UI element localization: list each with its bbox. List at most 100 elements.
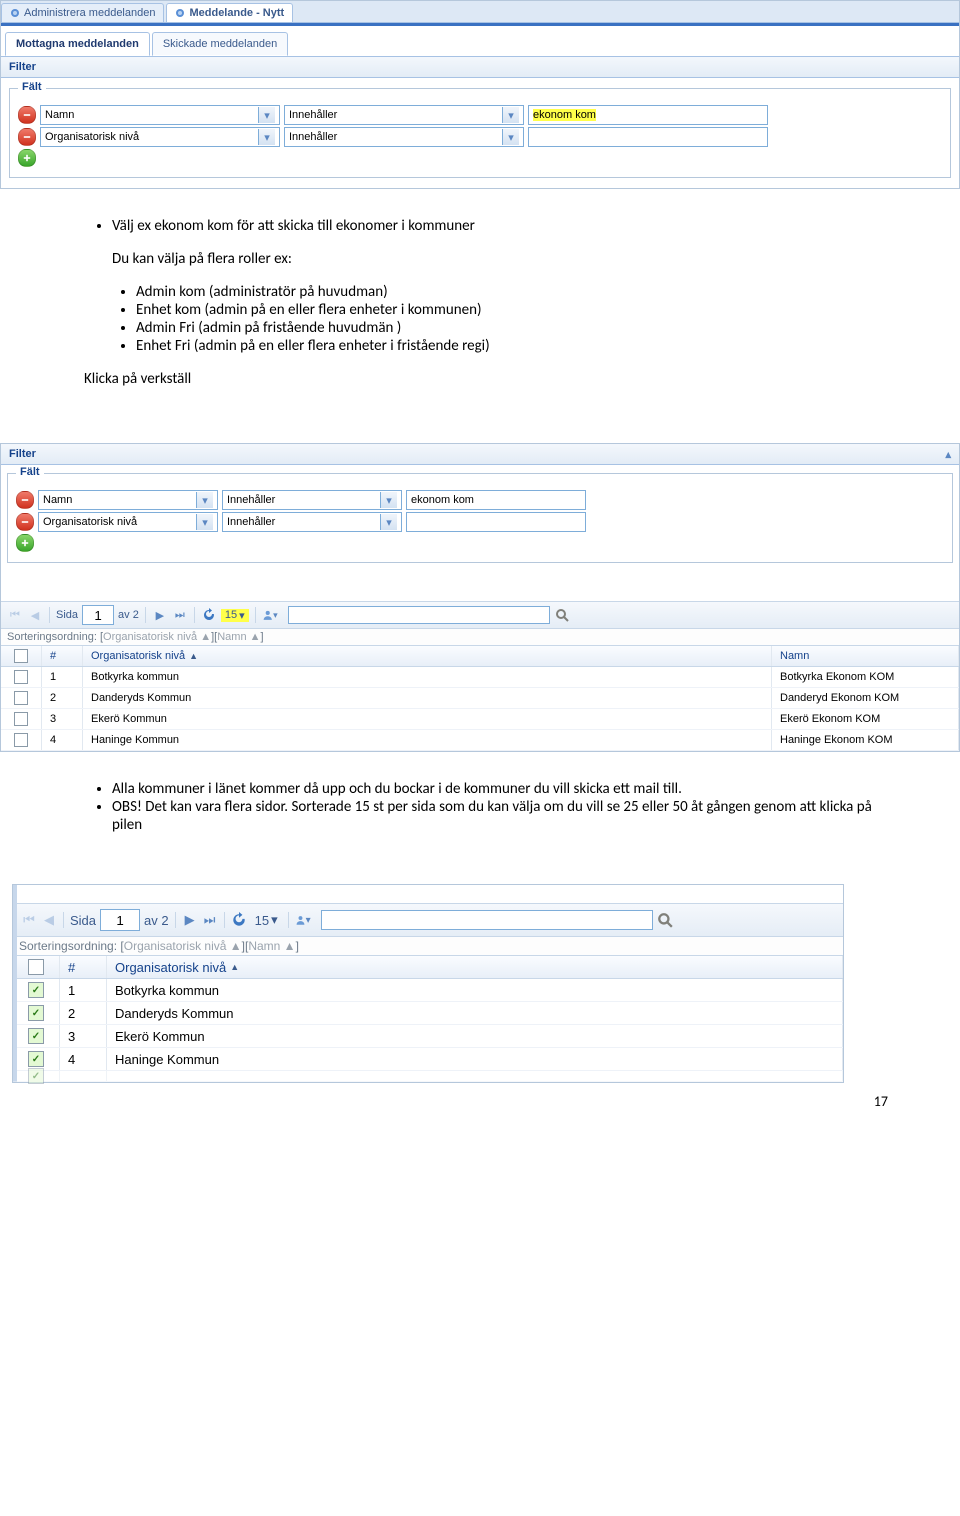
operator-select[interactable]: Innehåller▾ bbox=[222, 512, 402, 532]
column-header-index[interactable]: # bbox=[42, 646, 83, 666]
row-index: 3 bbox=[42, 709, 83, 729]
table-row[interactable]: 2 Danderyds Kommun Danderyd Ekonom KOM bbox=[1, 688, 959, 709]
column-header-namn[interactable]: Namn bbox=[772, 646, 959, 666]
refresh-button[interactable] bbox=[231, 912, 247, 928]
table-row[interactable]: ✓ 1 Botkyrka kommun bbox=[13, 979, 843, 1002]
add-row-button[interactable] bbox=[18, 149, 36, 167]
row-checkbox[interactable]: ✓ bbox=[28, 1051, 44, 1067]
field-select[interactable]: Organisatorisk nivå▾ bbox=[38, 512, 218, 532]
prev-page-button[interactable]: ◀ bbox=[41, 912, 57, 928]
table-row[interactable]: ✓ 3 Ekerö Kommun bbox=[13, 1025, 843, 1048]
operator-select[interactable]: Innehåller ▾ bbox=[284, 127, 524, 147]
operator-select[interactable]: Innehåller▾ bbox=[222, 490, 402, 510]
remove-row-button[interactable] bbox=[18, 128, 36, 146]
row-checkbox[interactable] bbox=[14, 670, 28, 684]
field-select[interactable]: Organisatorisk nivå ▾ bbox=[40, 127, 280, 147]
filter-row: Organisatorisk nivå▾ Innehåller▾ bbox=[16, 512, 944, 532]
search-button[interactable] bbox=[657, 912, 673, 928]
row-index: 2 bbox=[60, 1002, 107, 1024]
checkbox[interactable] bbox=[14, 649, 28, 663]
first-page-button[interactable]: ⏮ bbox=[7, 607, 23, 623]
pagesize-select[interactable]: 15 ▾ bbox=[221, 609, 249, 622]
sort-chip[interactable]: Organisatorisk nivå ▲ bbox=[103, 631, 211, 643]
filter-panel-title: Filter bbox=[9, 448, 36, 460]
last-page-button[interactable]: ⏭ bbox=[202, 912, 218, 928]
row-org: Danderyds Kommun bbox=[83, 688, 772, 708]
search-button[interactable] bbox=[554, 607, 570, 623]
page-number-input[interactable] bbox=[100, 909, 140, 931]
checkbox[interactable] bbox=[28, 959, 44, 975]
last-page-button[interactable]: ⏭ bbox=[172, 607, 188, 623]
filter-panel-header[interactable]: Filter bbox=[1, 57, 959, 78]
sort-chip[interactable]: Organisatorisk nivå ▲ bbox=[124, 939, 242, 953]
bullet-icon bbox=[10, 8, 20, 18]
search-input[interactable] bbox=[288, 606, 550, 624]
column-header-checkbox[interactable] bbox=[1, 646, 42, 666]
list-item: Admin Fri (admin på fristående huvudmän … bbox=[136, 319, 876, 337]
row-checkbox[interactable]: ✓ bbox=[28, 1068, 44, 1084]
pagesize-select[interactable]: 15 ▾ bbox=[251, 912, 282, 928]
column-header-organisation[interactable]: Organisatorisk nivå▲ bbox=[83, 646, 772, 666]
sort-chip[interactable]: Namn ▲ bbox=[217, 631, 260, 643]
refresh-button[interactable] bbox=[201, 607, 217, 623]
search-input[interactable] bbox=[321, 910, 653, 930]
remove-row-button[interactable] bbox=[18, 106, 36, 124]
subtab-skickade[interactable]: Skickade meddelanden bbox=[152, 32, 288, 56]
user-menu-button[interactable]: ▾ bbox=[295, 912, 311, 928]
remove-row-button[interactable] bbox=[16, 491, 34, 509]
user-menu-button[interactable]: ▾ bbox=[262, 607, 278, 623]
grid-header: # Organisatorisk nivå▲ bbox=[13, 956, 843, 979]
filter-row: Organisatorisk nivå ▾ Innehåller ▾ bbox=[18, 127, 942, 147]
row-checkbox[interactable] bbox=[14, 691, 28, 705]
separator bbox=[63, 912, 64, 928]
page-number-input[interactable] bbox=[82, 605, 114, 625]
next-page-button[interactable]: ▶ bbox=[152, 607, 168, 623]
table-row[interactable]: 3 Ekerö Kommun Ekerö Ekonom KOM bbox=[1, 709, 959, 730]
row-checkbox[interactable] bbox=[14, 712, 28, 726]
table-row[interactable]: ✓ 4 Haninge Kommun bbox=[13, 1048, 843, 1071]
table-row[interactable]: 4 Haninge Kommun Haninge Ekonom KOM bbox=[1, 730, 959, 751]
row-org: Ekerö Kommun bbox=[83, 709, 772, 729]
row-checkbox[interactable] bbox=[14, 733, 28, 747]
row-index: 1 bbox=[42, 667, 83, 687]
subtab-mottagna[interactable]: Mottagna meddelanden bbox=[5, 32, 150, 56]
filter-panel-header[interactable]: Filter ▴ bbox=[1, 444, 959, 465]
table-row[interactable]: 1 Botkyrka kommun Botkyrka Ekonom KOM bbox=[1, 667, 959, 688]
value-input[interactable] bbox=[406, 512, 586, 532]
table-row[interactable]: ✓ 2 Danderyds Kommun bbox=[13, 1002, 843, 1025]
value-input[interactable] bbox=[528, 127, 768, 147]
column-header-index[interactable]: # bbox=[60, 956, 107, 978]
paragraph: Klicka på verkställ bbox=[84, 370, 876, 388]
tab-administrera-meddelanden[interactable]: Administrera meddelanden bbox=[1, 3, 164, 22]
value-input[interactable]: ekonom kom bbox=[406, 490, 586, 510]
row-checkbox[interactable]: ✓ bbox=[28, 1028, 44, 1044]
row-org: Botkyrka kommun bbox=[107, 979, 843, 1001]
row-index: 1 bbox=[60, 979, 107, 1001]
field-select[interactable]: Namn ▾ bbox=[40, 105, 280, 125]
row-org: Ekerö Kommun bbox=[107, 1025, 843, 1047]
column-header-organisation[interactable]: Organisatorisk nivå▲ bbox=[107, 956, 843, 978]
field-select[interactable]: Namn▾ bbox=[38, 490, 218, 510]
operator-select-value: Innehåller bbox=[227, 494, 376, 506]
collapse-icon[interactable]: ▴ bbox=[945, 448, 951, 461]
row-checkbox[interactable]: ✓ bbox=[28, 982, 44, 998]
prev-page-button[interactable]: ◀ bbox=[27, 607, 43, 623]
operator-select[interactable]: Innehåller ▾ bbox=[284, 105, 524, 125]
sort-asc-icon: ▲ bbox=[189, 651, 198, 661]
separator bbox=[255, 607, 256, 623]
value-input[interactable]: ekonom kom bbox=[528, 105, 768, 125]
separator bbox=[145, 607, 146, 623]
sort-chip[interactable]: Namn ▲ bbox=[248, 939, 295, 953]
column-header-checkbox[interactable] bbox=[13, 956, 60, 978]
fieldset-falt: Fält Namn ▾ Innehåller ▾ ekonom kom Orga bbox=[9, 88, 951, 178]
row-checkbox[interactable]: ✓ bbox=[28, 1005, 44, 1021]
tab-meddelande-nytt[interactable]: Meddelande - Nytt bbox=[166, 3, 293, 22]
add-row-button[interactable] bbox=[16, 534, 34, 552]
remove-row-button[interactable] bbox=[16, 513, 34, 531]
separator bbox=[224, 912, 225, 928]
list-item: Enhet Fri (admin på en eller flera enhet… bbox=[136, 337, 876, 355]
row-name: Haninge Ekonom KOM bbox=[772, 730, 959, 750]
first-page-button[interactable]: ⏮ bbox=[21, 912, 37, 928]
next-page-button[interactable]: ▶ bbox=[182, 912, 198, 928]
separator bbox=[49, 607, 50, 623]
